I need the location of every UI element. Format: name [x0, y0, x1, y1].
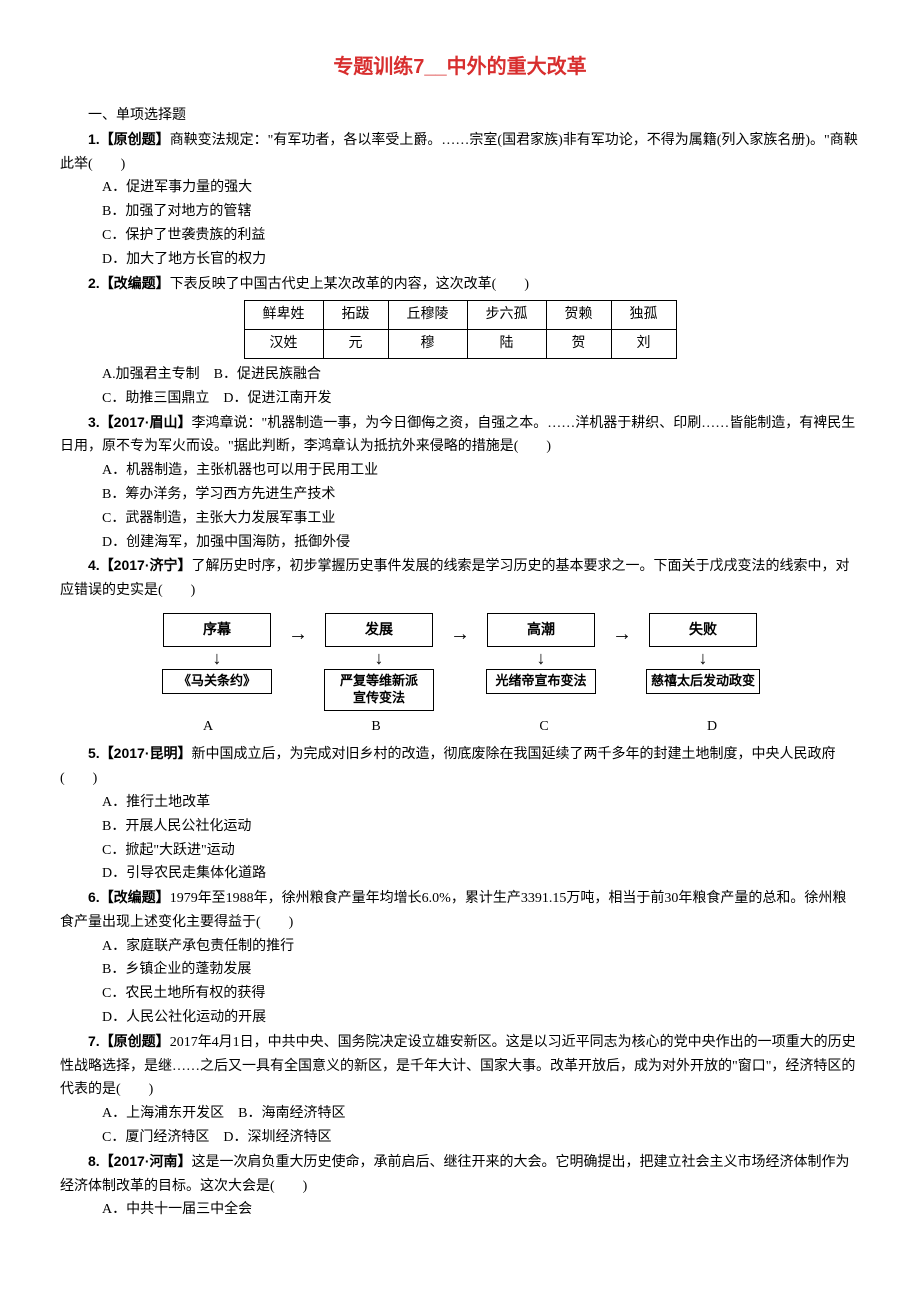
cell: 元 — [323, 330, 388, 359]
flow-box-top: 序幕 — [163, 613, 271, 647]
flow-box-top: 高潮 — [487, 613, 595, 647]
q7-options-cd: C．厦门经济特区 D．深圳经济特区 — [60, 1126, 860, 1150]
q6-option-a: A．家庭联产承包责任制的推行 — [60, 935, 860, 959]
q6-tag: 【改编题】 — [100, 889, 170, 905]
arrow-down-icon: ↓ — [375, 649, 384, 667]
cell: 步六孤 — [467, 301, 546, 330]
q2-options-cd: C．助推三国鼎立 D．促进江南开发 — [60, 387, 860, 411]
q2-num: 2. — [88, 275, 100, 291]
q6-text: 1979年至1988年，徐州粮食产量年均增长6.0%，累计生产3391.15万吨… — [60, 891, 846, 930]
q1-option-d: D．加大了地方长官的权力 — [60, 248, 860, 272]
table-row: 汉姓 元 穆 陆 贺 刘 — [244, 330, 676, 359]
q1-num: 1. — [88, 131, 100, 147]
q1-text: 商鞅变法规定："有军功者，各以率受上爵。……宗室(国君家族)非有军功论，不得为属… — [60, 133, 858, 172]
q3-option-c: C．武器制造，主张大力发展军事工业 — [60, 507, 860, 531]
q4-tag: 【2017·济宁】 — [100, 557, 192, 573]
q5-option-b: B．开展人民公社化运动 — [60, 815, 860, 839]
flow-box-bottom: 光绪帝宣布变法 — [486, 669, 596, 694]
cell: 丘穆陵 — [388, 301, 467, 330]
q1-option-b: B．加强了对地方的管辖 — [60, 200, 860, 224]
cell: 穆 — [388, 330, 467, 359]
q8-tag: 【2017·河南】 — [100, 1153, 192, 1169]
flow-label-c: C — [460, 715, 628, 739]
arrow-down-icon: ↓ — [537, 649, 546, 667]
q1-option-a: A．促进军事力量的强大 — [60, 176, 860, 200]
arrow-down-icon: ↓ — [699, 649, 708, 667]
q1-tag: 【原创题】 — [100, 131, 170, 147]
flowchart: 序幕 ↓ 《马关条约》 → 发展 ↓ 严复等维新派 宣传变法 → 高潮 ↓ 光绪… — [60, 613, 860, 738]
q3-option-b: B．筹办洋务，学习西方先进生产技术 — [60, 483, 860, 507]
question-7: 7.【原创题】2017年4月1日，中共中央、国务院决定设立雄安新区。这是以习近平… — [60, 1030, 860, 1102]
arrow-right-icon: → — [282, 613, 314, 651]
q2-text: 下表反映了中国古代史上某次改革的内容，这次改革( ) — [170, 277, 529, 292]
q8-num: 8. — [88, 1153, 100, 1169]
question-4: 4.【2017·济宁】了解历史时序，初步掌握历史事件发展的线索是学习历史的基本要… — [60, 554, 860, 603]
question-3: 3.【2017·眉山】李鸿章说："机器制造一事，为今日御侮之资，自强之本。……洋… — [60, 411, 860, 460]
q6-option-d: D．人民公社化运动的开展 — [60, 1006, 860, 1030]
flow-label-a: A — [124, 715, 292, 739]
q8-option-a: A．中共十一届三中全会 — [60, 1198, 860, 1222]
question-6: 6.【改编题】1979年至1988年，徐州粮食产量年均增长6.0%，累计生产33… — [60, 886, 860, 935]
q5-tag: 【2017·昆明】 — [100, 745, 192, 761]
flow-label-b: B — [292, 715, 460, 739]
cell: 刘 — [611, 330, 676, 359]
q7-text: 2017年4月1日，中共中央、国务院决定设立雄安新区。这是以习近平同志为核心的党… — [60, 1035, 856, 1098]
arrow-down-icon: ↓ — [213, 649, 222, 667]
arrow-right-icon: → — [444, 613, 476, 651]
q2-options-ab: A.加强君主专制 B．促进民族融合 — [60, 363, 860, 387]
cell: 贺 — [546, 330, 611, 359]
question-8: 8.【2017·河南】这是一次肩负重大历史使命，承前启后、继往开来的大会。它明确… — [60, 1150, 860, 1199]
q7-tag: 【原创题】 — [100, 1033, 170, 1049]
question-5: 5.【2017·昆明】新中国成立后，为完成对旧乡村的改造，彻底废除在我国延续了两… — [60, 742, 860, 791]
flow-box-bottom: 《马关条约》 — [162, 669, 272, 694]
arrow-right-icon: → — [606, 613, 638, 651]
cell: 贺赖 — [546, 301, 611, 330]
q6-num: 6. — [88, 889, 100, 905]
cell: 独孤 — [611, 301, 676, 330]
flow-box-top: 失败 — [649, 613, 757, 647]
flow-box-bottom: 严复等维新派 宣传变法 — [324, 669, 434, 711]
question-1: 1.【原创题】商鞅变法规定："有军功者，各以率受上爵。……宗室(国君家族)非有军… — [60, 128, 860, 177]
q3-tag: 【2017·眉山】 — [100, 414, 192, 430]
q2-tag: 【改编题】 — [100, 275, 170, 291]
cell: 汉姓 — [244, 330, 323, 359]
q7-num: 7. — [88, 1033, 100, 1049]
flow-box-top: 发展 — [325, 613, 433, 647]
q1-option-c: C．保护了世袭贵族的利益 — [60, 224, 860, 248]
flow-label-d: D — [628, 715, 796, 739]
q3-option-d: D．创建海军，加强中国海防，抵御外侵 — [60, 531, 860, 555]
surname-table: 鲜卑姓 拓跋 丘穆陵 步六孤 贺赖 独孤 汉姓 元 穆 陆 贺 刘 — [244, 300, 677, 359]
q6-option-b: B．乡镇企业的蓬勃发展 — [60, 958, 860, 982]
q5-option-d: D．引导农民走集体化道路 — [60, 862, 860, 886]
flow-box-bottom: 慈禧太后发动政变 — [646, 669, 760, 694]
q5-option-c: C．掀起"大跃进"运动 — [60, 839, 860, 863]
q7-options-ab: A．上海浦东开发区 B．海南经济特区 — [60, 1102, 860, 1126]
page-title: 专题训练7__中外的重大改革 — [60, 50, 860, 84]
cell: 鲜卑姓 — [244, 301, 323, 330]
q4-num: 4. — [88, 557, 100, 573]
question-2: 2.【改编题】下表反映了中国古代史上某次改革的内容，这次改革( ) — [60, 272, 860, 297]
section-heading: 一、单项选择题 — [60, 104, 860, 128]
q3-option-a: A．机器制造，主张机器也可以用于民用工业 — [60, 459, 860, 483]
cell: 陆 — [467, 330, 546, 359]
q3-num: 3. — [88, 414, 100, 430]
q5-num: 5. — [88, 745, 100, 761]
cell: 拓跋 — [323, 301, 388, 330]
q6-option-c: C．农民土地所有权的获得 — [60, 982, 860, 1006]
q5-option-a: A．推行土地改革 — [60, 791, 860, 815]
table-row: 鲜卑姓 拓跋 丘穆陵 步六孤 贺赖 独孤 — [244, 301, 676, 330]
